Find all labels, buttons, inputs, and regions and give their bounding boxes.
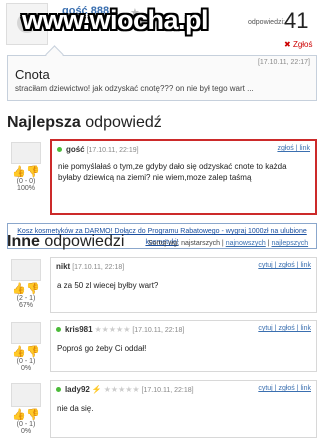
answer-item: nikt [17.10.11, 22:18] cytuj | zgłoś | l… bbox=[50, 257, 317, 313]
best-answer: gość [17.10.11, 22:19] zgłoś | link nie … bbox=[50, 139, 317, 215]
answer-links[interactable]: zgłoś | link bbox=[277, 145, 310, 152]
report-link[interactable]: ✖ Zgłoś bbox=[284, 40, 313, 49]
answer-username[interactable]: nikt bbox=[56, 262, 70, 271]
answer-text: nie da się. bbox=[57, 404, 94, 413]
answer-username[interactable]: lady92 bbox=[65, 385, 90, 394]
answer-vote-panel: 👍👎 (2 - 1) 67% bbox=[6, 259, 46, 309]
vote-percent: 0% bbox=[20, 365, 32, 372]
vote-percent: 0% bbox=[20, 428, 32, 435]
question-box: [17.10.11, 22:17] Cnota straciłam dziewi… bbox=[7, 55, 317, 101]
rating-stars-icon: ★★★★★ bbox=[94, 325, 131, 334]
best-answer-heading: Najlepsza odpowiedź bbox=[7, 114, 162, 132]
rating-stars-icon: ★★★★★ bbox=[103, 385, 140, 394]
sort-label: Sortuj wg: najstarszych | bbox=[148, 240, 224, 247]
answer-vote-panel: 👍👎 (0 - 1) 0% bbox=[6, 383, 46, 435]
answer-date: [17.10.11, 22:19] bbox=[86, 147, 139, 154]
best-heading-bold: Najlepsza bbox=[7, 114, 81, 131]
other-heading-bold: Inne bbox=[7, 233, 40, 250]
other-answers-heading: Inne odpowiedzi bbox=[7, 233, 124, 251]
online-status-icon bbox=[56, 327, 61, 332]
avatar bbox=[11, 259, 41, 281]
avatar bbox=[11, 322, 41, 344]
answer-item: lady92 ⚡ ★★★★★ [17.10.11, 22:18] cytuj |… bbox=[50, 380, 317, 438]
answer-date: [17.10.11, 22:18] bbox=[72, 264, 125, 271]
vote-count: (2 - 1) bbox=[16, 295, 36, 302]
thumbs-down-icon[interactable]: 👎 bbox=[26, 283, 40, 295]
sort-best-link[interactable]: najlepszych bbox=[272, 240, 309, 247]
avatar bbox=[11, 142, 41, 164]
thumbs-up-icon[interactable]: 👍 bbox=[12, 283, 26, 295]
answer-date: [17.10.11, 22:18] bbox=[132, 327, 185, 334]
answer-links[interactable]: cytuj | zgłoś | link bbox=[258, 262, 311, 269]
online-status-icon bbox=[56, 387, 61, 392]
watermark: www.wiocha.pl bbox=[22, 5, 209, 35]
vote-count: (0 - 1) bbox=[16, 421, 36, 428]
question-header: gość 888 ★ www.wiocha.pl odpowiedzi: 41 … bbox=[0, 0, 323, 52]
answer-username[interactable]: kris981 bbox=[65, 325, 93, 334]
answer-item: kris981 ★★★★★ [17.10.11, 22:18] cytuj | … bbox=[50, 320, 317, 372]
sort-options: Sortuj wg: najstarszych | najnowszych | … bbox=[148, 240, 308, 247]
answer-text: nie pomyślałaś o tym,ze gdyby dało się o… bbox=[58, 162, 287, 182]
answers-label: odpowiedzi: bbox=[248, 19, 285, 26]
sort-separator: | bbox=[267, 240, 270, 247]
thumbs-down-icon[interactable]: 👎 bbox=[26, 346, 40, 358]
vote-percent: 100% bbox=[17, 185, 35, 192]
thumbs-up-icon[interactable]: 👍 bbox=[12, 346, 26, 358]
thumbs-down-icon[interactable]: 👎 bbox=[26, 409, 40, 421]
answer-links[interactable]: cytuj | zgłoś | link bbox=[258, 325, 311, 332]
online-status-icon bbox=[57, 147, 62, 152]
answer-text: Poproś go żeby Ci oddał! bbox=[57, 344, 147, 353]
vote-count: (0 - 1) bbox=[16, 358, 36, 365]
report-link-label: Zgłoś bbox=[292, 40, 313, 49]
other-heading-rest: odpowiedzi bbox=[44, 233, 125, 250]
answers-count: 41 bbox=[284, 8, 309, 33]
thumbs-down-icon[interactable]: 👎 bbox=[26, 166, 40, 178]
answer-text: a za 50 zl wiecej byłby wart? bbox=[57, 281, 159, 290]
avatar bbox=[11, 383, 41, 407]
best-vote-panel: 👍👎 (0 - 0) 100% bbox=[6, 142, 46, 192]
vote-percent: 67% bbox=[18, 302, 33, 309]
sort-newest-link[interactable]: najnowszych bbox=[226, 240, 266, 247]
question-body: straciłam dziewictwo! jak odzyskać cnotę… bbox=[15, 84, 254, 93]
close-icon: ✖ bbox=[284, 40, 291, 49]
answer-username[interactable]: gość bbox=[66, 145, 85, 154]
question-title: Cnota bbox=[15, 67, 50, 82]
best-heading-rest: odpowiedź bbox=[85, 114, 162, 131]
thumbs-up-icon[interactable]: 👍 bbox=[12, 166, 26, 178]
question-date: [17.10.11, 22:17] bbox=[257, 59, 310, 66]
vote-count: (0 - 0) bbox=[16, 178, 36, 185]
answer-links[interactable]: cytuj | zgłoś | link bbox=[258, 385, 311, 392]
thumbs-up-icon[interactable]: 👍 bbox=[12, 409, 26, 421]
answer-vote-panel: 👍👎 (0 - 1) 0% bbox=[6, 322, 46, 372]
lightning-icon: ⚡ bbox=[91, 385, 102, 394]
answer-date: [17.10.11, 22:18] bbox=[141, 387, 194, 394]
